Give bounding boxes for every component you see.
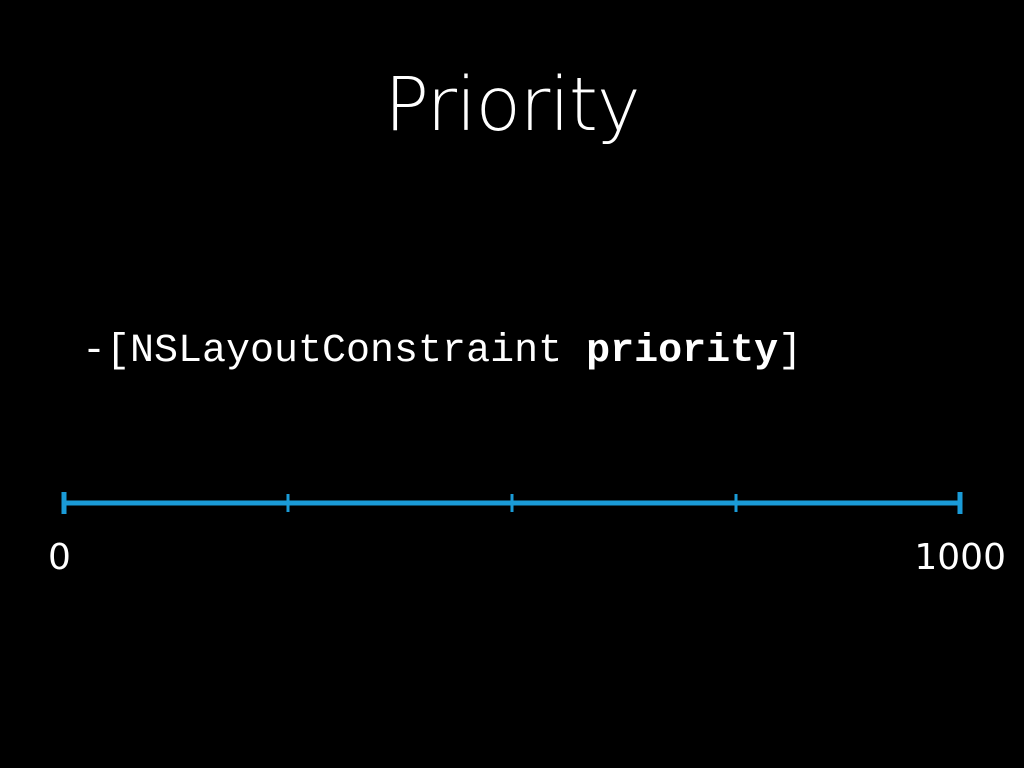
priority-scale [61, 492, 963, 514]
scale-max-label: 1000 [914, 537, 1006, 578]
slide: Priority -[NSLayoutConstraint priority] … [0, 0, 1024, 768]
scale-min-label: 0 [48, 537, 71, 578]
